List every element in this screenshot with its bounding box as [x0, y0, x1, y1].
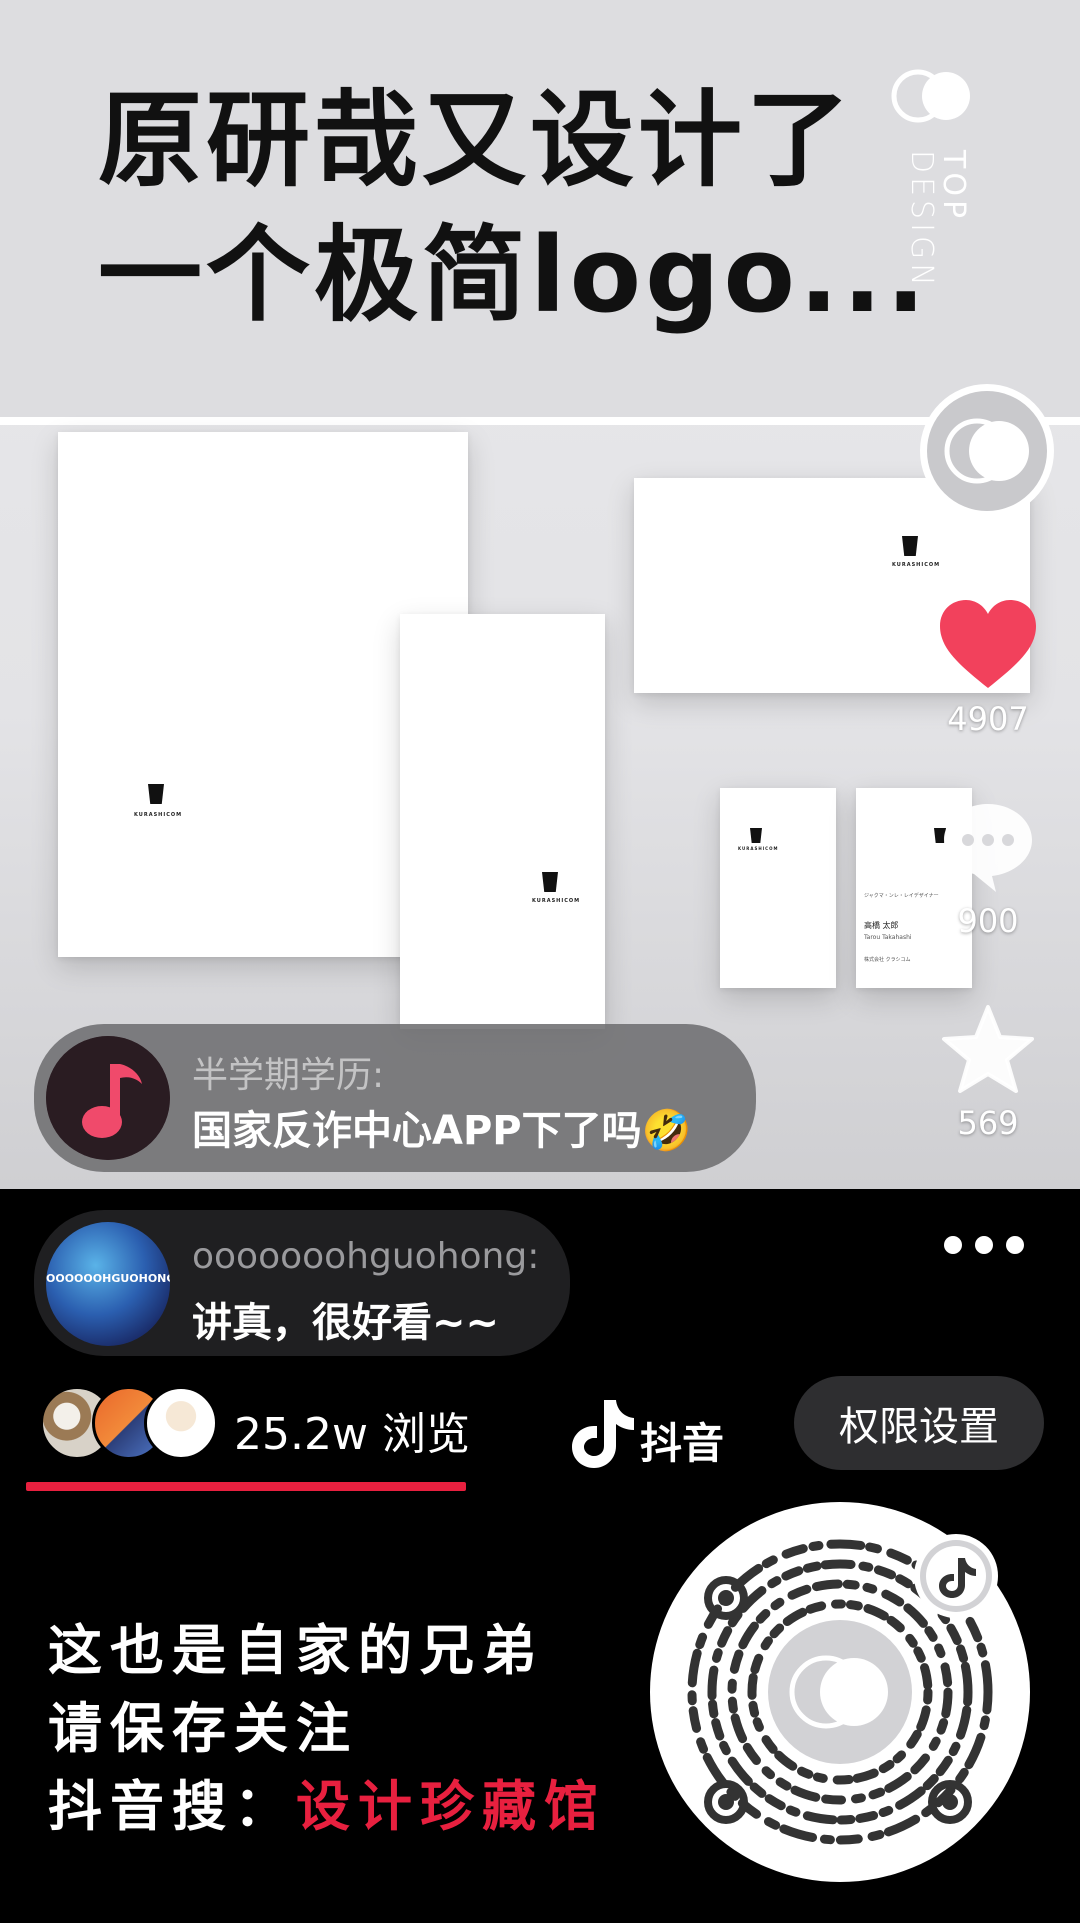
comment-username: ooooooohguohong: [192, 1236, 540, 1277]
brand-top-text: TOP [936, 150, 971, 223]
card-title-text: ジャクマ・ンレ・レイデザイナー [864, 893, 939, 899]
brand-caption: KURASHICOM [532, 898, 581, 904]
brand-wordmark: TOP DESIGN [904, 150, 971, 290]
avatar [144, 1386, 218, 1460]
title-banner: 原研哉又设计了 一个极简logo... TOP DESIGN [0, 0, 1080, 425]
danmaku-bubble[interactable]: 半学期学历: 国家反诈中心APP下了吗🤣 [34, 1024, 756, 1172]
promo-line-3: 抖音搜：设计珍藏馆 [48, 1762, 606, 1841]
card-address: 株式会社 クラシコム [864, 957, 911, 963]
card-small-mockup: KURASHICOM [720, 788, 836, 988]
cup-logo-icon [542, 872, 558, 892]
promo-line-2: 请保存关注 [48, 1697, 358, 1760]
cup-logo-icon [750, 828, 762, 843]
card-name-jp: 高橋 太郎 [864, 921, 899, 930]
star-icon[interactable] [940, 1003, 1036, 1095]
promo-search-prefix: 抖音搜： [48, 1775, 296, 1838]
douyin-label: 抖音 [640, 1419, 725, 1468]
post-title-line-2: 一个极简logo... [98, 214, 930, 336]
viewer-avatars[interactable] [40, 1386, 220, 1460]
avatar[interactable]: OOOOOOHGUOHONG [46, 1222, 170, 1346]
douyin-logo-icon [572, 1400, 634, 1468]
comment-bubble[interactable]: OOOOOOHGUOHONG ooooooohguohong: 讲真，很好看~~ [34, 1210, 570, 1356]
cup-logo-icon [148, 784, 164, 804]
promo-line-1: 这也是自家的兄弟 [48, 1619, 544, 1682]
favorite-count: 569 [957, 1104, 1019, 1142]
account-name: 设计珍藏馆 [296, 1775, 606, 1838]
author-avatar[interactable] [920, 384, 1054, 518]
view-count: 25.2w 浏览 [234, 1409, 470, 1460]
danmaku-text: 国家反诈中心APP下了吗🤣 [192, 1108, 692, 1154]
avatar-text: OOOOOOHGUOHONG [46, 1272, 170, 1285]
comment-icon[interactable] [940, 800, 1036, 894]
comment-text: 讲真，很好看~~ [192, 1300, 500, 1346]
permission-settings-button[interactable]: 权限设置 [794, 1376, 1044, 1470]
brand-caption: KURASHICOM [134, 812, 183, 818]
like-count: 4907 [947, 700, 1029, 738]
danmaku-username: 半学期学历: [192, 1055, 385, 1096]
avatar[interactable] [46, 1036, 170, 1160]
brand-caption: KURASHICOM [892, 562, 941, 568]
heart-icon[interactable] [938, 598, 1038, 690]
post-title-line-1: 原研哉又设计了 [98, 79, 855, 201]
comment-count: 900 [957, 902, 1019, 940]
more-icon[interactable] [944, 1230, 1024, 1260]
brand-bottom-text: DESIGN [904, 150, 939, 290]
music-note-icon [46, 1036, 170, 1160]
brand-caption: KURASHICOM [738, 846, 779, 851]
card-name-en: Tarou Takahashi [864, 934, 912, 941]
cup-logo-icon [902, 536, 918, 556]
brand-logo-icon [944, 418, 1029, 484]
video-player[interactable]: 原研哉又设计了 一个极简logo... TOP DESIGN KURASHICO… [0, 0, 1080, 1189]
envelope-mockup: KURASHICOM [400, 614, 605, 1029]
qr-code[interactable] [650, 1502, 1030, 1882]
divider [0, 417, 1080, 425]
brand-logo-icon [891, 69, 970, 123]
views-underline [26, 1482, 466, 1491]
